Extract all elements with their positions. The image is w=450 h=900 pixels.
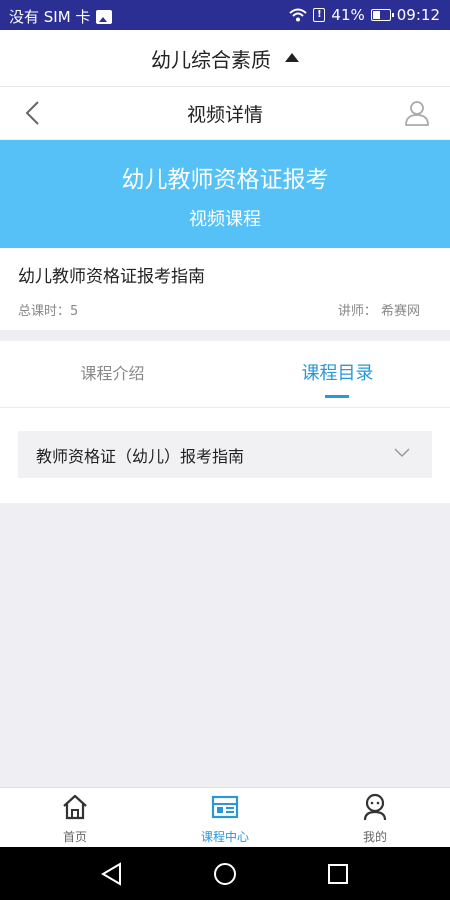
battery-percent: 41% [331, 6, 365, 24]
bottom-nav: 首页 课程中心 我的 [0, 787, 450, 848]
system-nav-bar [0, 847, 450, 900]
banner-subtitle: 视频课程 [189, 209, 261, 230]
page-title: 视频详情 [186, 104, 263, 126]
bottom-nav-mine[interactable]: 我的 [300, 788, 450, 848]
course-info: 幼儿教师资格证报考指南 总课时：5 讲师： 希赛网 [0, 248, 450, 330]
system-back-icon[interactable] [100, 862, 124, 886]
bottom-nav-label: 首页 [62, 830, 87, 844]
nav-bar: 视频详情 [0, 87, 450, 139]
user-icon[interactable] [404, 99, 430, 127]
bottom-nav-course-center[interactable]: 课程中心 [150, 788, 300, 848]
home-icon [63, 794, 87, 820]
picture-icon [96, 9, 113, 24]
carrier-text: 没有 SIM 卡 [9, 8, 91, 26]
catalog-item[interactable]: 教师资格证（幼儿）报考指南 [18, 431, 432, 478]
system-recents-icon[interactable] [326, 862, 350, 886]
profile-icon [363, 793, 387, 821]
chevron-down-icon [394, 448, 410, 458]
battery-icon [370, 9, 394, 21]
catalog-list: 教师资格证（幼儿）报考指南 [0, 408, 450, 503]
tab-label: 课程介绍 [80, 364, 145, 383]
status-left: 没有 SIM 卡 [9, 6, 113, 27]
bottom-nav-label: 我的 [362, 830, 387, 844]
tab-label: 课程目录 [301, 363, 374, 384]
course-center-icon [211, 795, 239, 819]
course-banner: 幼儿教师资格证报考 视频课程 [0, 140, 450, 248]
clock: 09:12 [396, 6, 440, 24]
triangle-up-icon [285, 52, 299, 62]
tab-course-intro[interactable]: 课程介绍 [0, 341, 225, 407]
status-right: ! 41% 09:12 [289, 6, 440, 24]
wifi-icon [289, 8, 308, 22]
course-name: 幼儿教师资格证报考指南 [18, 267, 205, 287]
catalog-item-label: 教师资格证（幼儿）报考指南 [36, 447, 245, 466]
banner-title: 幼儿教师资格证报考 [121, 167, 329, 193]
bottom-nav-home[interactable]: 首页 [0, 788, 150, 848]
tab-course-catalog[interactable]: 课程目录 [225, 341, 450, 407]
bottom-nav-label: 课程中心 [200, 830, 249, 844]
course-hours: 总课时：5 [18, 304, 79, 319]
status-bar: 没有 SIM 卡 ! 41% 09:12 [0, 0, 450, 30]
category-selector[interactable]: 幼儿综合素质 [0, 30, 450, 87]
alert-icon: ! [313, 8, 326, 22]
system-home-icon[interactable] [213, 862, 237, 886]
category-title: 幼儿综合素质 [151, 47, 271, 72]
course-tabs: 课程介绍 课程目录 [0, 341, 450, 408]
course-lecturer: 讲师： 希赛网 [337, 304, 420, 319]
active-tab-indicator [325, 395, 349, 398]
